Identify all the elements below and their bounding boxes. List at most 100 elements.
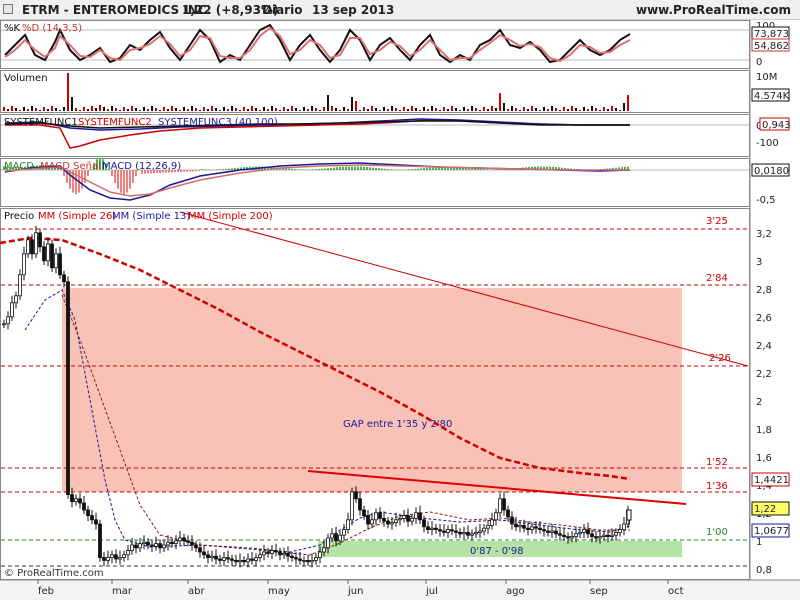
candle-body <box>378 512 382 519</box>
candle-body <box>86 509 90 516</box>
macd-bar <box>480 168 482 170</box>
volume-bar <box>607 109 609 111</box>
candle-body <box>386 520 390 525</box>
candle-body <box>234 560 238 563</box>
candle-body <box>566 536 570 539</box>
price-tick: 2 <box>756 397 762 408</box>
candle-body <box>146 541 150 546</box>
candle-body <box>50 243 54 269</box>
candle-body <box>218 558 222 561</box>
candle-body <box>162 544 166 549</box>
volume-bar <box>239 110 241 111</box>
volume-tick-10m: 10M <box>756 72 777 83</box>
level-label-152: 1'52 <box>706 457 728 468</box>
mm200-label: MM (Simple 200) <box>188 211 273 222</box>
volume-bar <box>543 107 545 111</box>
candle-body <box>502 498 506 511</box>
volume-bar <box>419 110 421 111</box>
macd-bar <box>183 170 185 172</box>
volume-bar <box>347 109 349 111</box>
candle-body <box>82 502 86 511</box>
volume-bar <box>583 107 585 111</box>
candle-body <box>314 557 318 561</box>
price-tick: 3 <box>756 257 762 268</box>
price-tick: 3,2 <box>756 229 772 240</box>
macd-bar <box>393 169 395 170</box>
volume-bar <box>43 107 45 111</box>
volume-bar <box>327 95 329 111</box>
volume-bar <box>407 109 409 111</box>
volume-bar <box>379 110 381 111</box>
candle-body <box>278 551 282 556</box>
volume-bar <box>51 106 53 111</box>
candle-body <box>350 491 354 521</box>
candle-body <box>214 555 218 560</box>
macd-bar <box>291 168 293 170</box>
volume-bar <box>535 108 537 111</box>
candle-body <box>522 525 526 529</box>
macd-bar <box>117 170 119 189</box>
candle-body <box>578 532 582 535</box>
systemfunc3-label: SYSTEMFUNC3 (40,100) <box>158 117 278 128</box>
macd-bar <box>333 167 335 170</box>
volume-bars <box>3 73 629 111</box>
time-tick-label: sep <box>590 586 608 597</box>
volume-bar <box>79 110 81 111</box>
candle-body <box>266 551 270 554</box>
volume-bar <box>171 106 173 111</box>
volume-bar <box>75 108 77 111</box>
volume-bar <box>495 108 497 111</box>
volume-bar <box>451 106 453 111</box>
volume-bar <box>455 108 457 111</box>
candle-body <box>410 518 414 522</box>
candle-body <box>114 554 118 560</box>
candle-body <box>486 525 490 529</box>
volume-bar <box>15 108 17 111</box>
candle-body <box>506 509 510 518</box>
volume-bar <box>295 108 297 111</box>
volume-bar <box>339 110 341 111</box>
candle-body <box>166 541 170 546</box>
volume-bar <box>31 106 33 111</box>
volume-bar <box>591 106 593 111</box>
level-label-136: 1'36 <box>706 481 728 492</box>
candle-body <box>110 554 114 558</box>
price-tick: 2,6 <box>756 313 772 324</box>
candle-body <box>294 557 298 560</box>
volume-bar <box>159 110 161 111</box>
macd-bar <box>129 170 131 189</box>
candle-body <box>510 516 514 525</box>
candle-body <box>518 525 522 528</box>
macd-bar <box>234 168 236 170</box>
volume-bar <box>179 110 181 111</box>
volume-bar <box>7 109 9 111</box>
candle-body <box>470 533 474 536</box>
candle-body <box>310 560 314 563</box>
macd-bar <box>408 169 410 170</box>
candle-body <box>186 540 190 543</box>
volume-bar <box>363 107 365 111</box>
volume-bar <box>499 93 501 111</box>
price-tick: 2,8 <box>756 285 772 296</box>
macd-bar <box>81 170 83 189</box>
stoch-d-line <box>4 26 631 63</box>
macd-bar <box>75 170 77 194</box>
candle-body <box>174 540 178 544</box>
macd-bar <box>120 170 122 193</box>
candle-body <box>438 529 442 532</box>
candle-body <box>606 534 610 538</box>
volume-bar <box>443 107 445 111</box>
volume-bar <box>423 107 425 111</box>
volume-bar <box>35 108 37 111</box>
volume-bar <box>471 106 473 111</box>
volume-bar <box>531 106 533 111</box>
candle-body <box>450 529 454 532</box>
volume-bar <box>315 108 317 111</box>
volume-bar <box>127 109 129 111</box>
macd-bar <box>297 169 299 170</box>
candle-body <box>290 555 294 559</box>
macd-bar <box>414 168 416 170</box>
volume-bar <box>311 106 313 111</box>
volume-bar <box>395 108 397 111</box>
volume-bar <box>555 108 557 111</box>
